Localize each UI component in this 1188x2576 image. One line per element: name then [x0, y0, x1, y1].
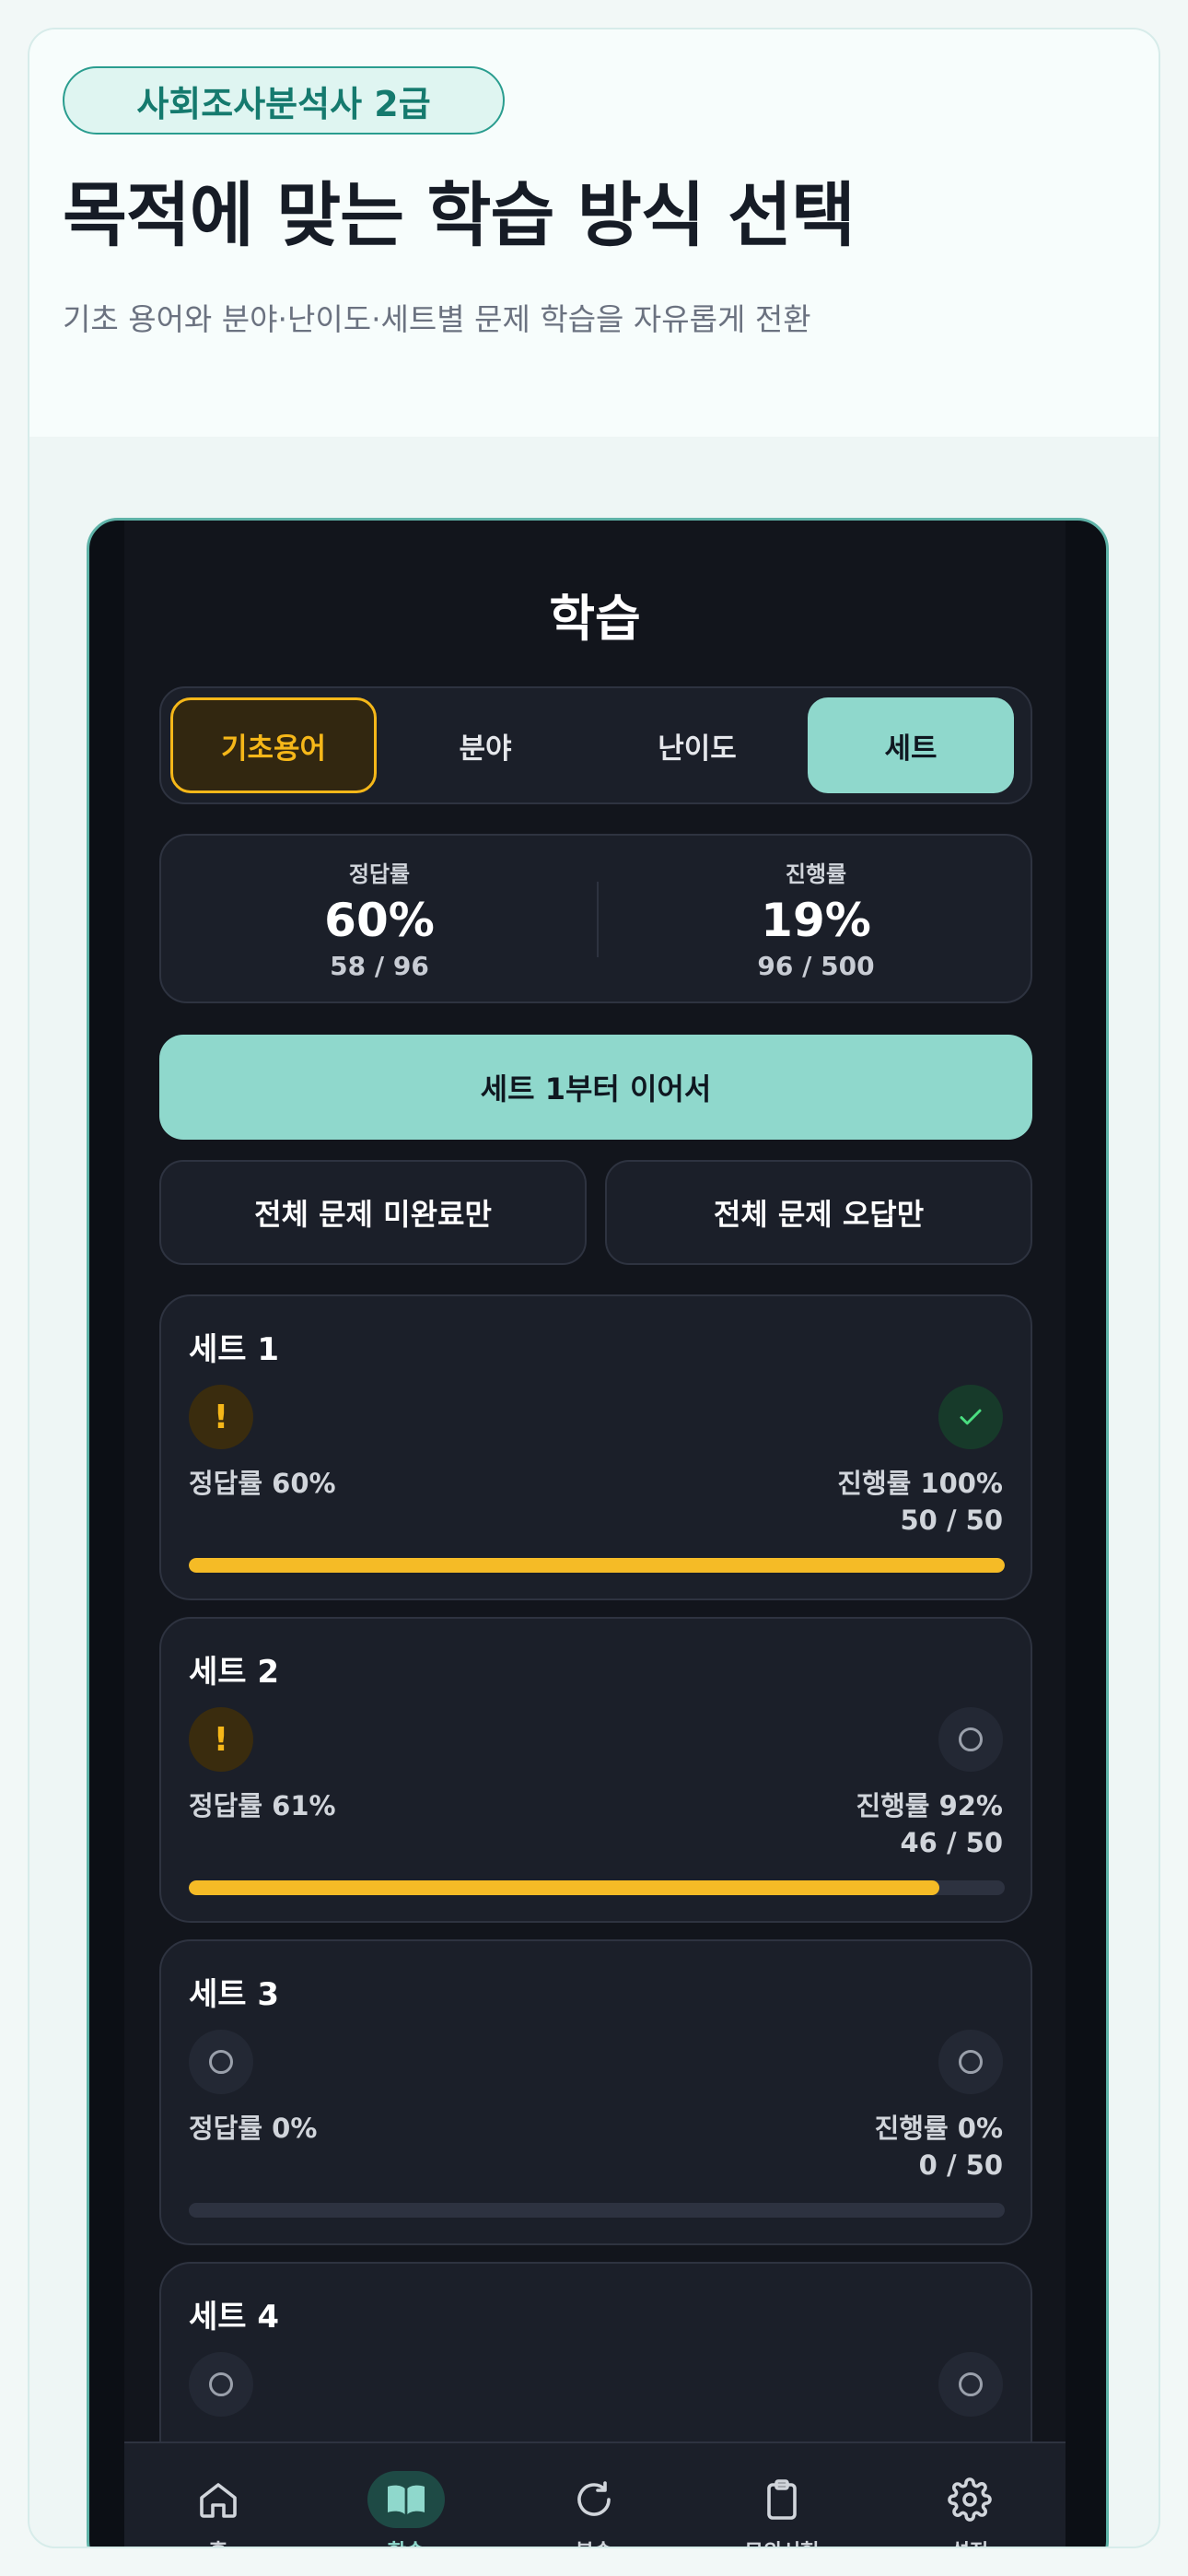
set-title: 세트 1: [189, 1331, 280, 1368]
progress-label: 진행률: [785, 861, 847, 887]
set-card[interactable]: 세트 2 ! 정답률 61% 진행률 92% 46 / 50: [159, 1617, 1032, 1923]
set-progress: 진행률 0%: [874, 2113, 1003, 2144]
accuracy-detail: 58 / 96: [330, 951, 429, 981]
screen-title: 학습: [549, 590, 641, 648]
accuracy-label: 정답률: [348, 861, 411, 887]
set-accuracy: 정답률 61%: [189, 1790, 336, 1821]
tab-label: 모의시험: [688, 2535, 876, 2547]
mode-segmented-control: 기초용어 분야 난이도 세트: [159, 686, 1032, 804]
refresh-icon: [555, 2471, 633, 2528]
progress-value: 19%: [761, 894, 871, 947]
set-count: 50 / 50: [900, 1505, 1004, 1536]
warning-icon: !: [189, 1385, 253, 1449]
bottom-tab-bar: 홈 학습 복습 모의시: [124, 2441, 1066, 2547]
tab-study[interactable]: 학습: [312, 2471, 500, 2547]
tab-home[interactable]: 홈: [124, 2471, 312, 2547]
set-title: 세트 4: [189, 2299, 280, 2336]
tab-label: 학습: [312, 2535, 500, 2547]
set-progress-fill: [189, 1880, 940, 1895]
home-icon: [180, 2471, 257, 2528]
check-icon: [938, 1385, 1003, 1449]
tab-set[interactable]: 세트: [808, 697, 1014, 793]
progress-detail: 96 / 500: [757, 951, 875, 981]
set-progress-bar: [189, 1558, 1005, 1573]
empty-circle-icon: [938, 2352, 1003, 2417]
set-accuracy: 정답률 60%: [189, 1468, 336, 1499]
book-icon: [367, 2471, 445, 2528]
set-progress: 진행률 100%: [837, 1468, 1003, 1499]
progress-stat: 진행률 19% 96 / 500: [598, 856, 1034, 981]
promo-card: 사회조사분석사 2급 목적에 맞는 학습 방식 선택 기초 용어와 분야·난이도…: [28, 28, 1160, 2548]
tab-field[interactable]: 분야: [382, 697, 588, 793]
set-title: 세트 3: [189, 1976, 280, 2013]
tab-mock-exam[interactable]: 모의시험: [688, 2471, 876, 2547]
clipboard-icon: [743, 2471, 821, 2528]
continue-button[interactable]: 세트 1부터 이어서: [159, 1035, 1032, 1140]
tab-label: 홈: [124, 2535, 312, 2547]
set-title: 세트 2: [189, 1654, 280, 1691]
tab-label: 복습: [500, 2535, 688, 2547]
hero-section: 사회조사분석사 2급 목적에 맞는 학습 방식 선택 기초 용어와 분야·난이도…: [29, 29, 1159, 437]
incomplete-only-button[interactable]: 전체 문제 미완료만: [159, 1160, 587, 1265]
set-count: 46 / 50: [900, 1827, 1004, 1858]
set-progress-bar: [189, 1880, 1005, 1895]
empty-circle-icon: [189, 2352, 253, 2417]
phone-frame: 학습 기초용어 분야 난이도 세트 정답률 60% 58 / 96 진행률 19…: [87, 518, 1109, 2547]
tab-label: 설정: [876, 2535, 1064, 2547]
exam-badge: 사회조사분석사 2급: [63, 66, 505, 135]
set-progress-fill: [189, 1558, 1005, 1573]
set-progress: 진행률 92%: [856, 1790, 1003, 1821]
accuracy-stat: 정답률 60% 58 / 96: [161, 856, 598, 981]
empty-circle-icon: [189, 2030, 253, 2094]
warning-icon: !: [189, 1707, 253, 1772]
hero-title: 목적에 맞는 학습 방식 선택: [63, 174, 856, 256]
tab-review[interactable]: 복습: [500, 2471, 688, 2547]
set-progress-bar: [189, 2203, 1005, 2218]
wrong-only-button[interactable]: 전체 문제 오답만: [605, 1160, 1032, 1265]
empty-circle-icon: [938, 2030, 1003, 2094]
set-count: 0 / 50: [918, 2149, 1003, 2181]
tab-settings[interactable]: 설정: [876, 2471, 1064, 2547]
gear-icon: [931, 2471, 1008, 2528]
tab-difficulty[interactable]: 난이도: [594, 697, 800, 793]
accuracy-value: 60%: [324, 894, 435, 947]
set-accuracy: 정답률 0%: [189, 2113, 318, 2144]
app-screen: 학습 기초용어 분야 난이도 세트 정답률 60% 58 / 96 진행률 19…: [124, 521, 1066, 2547]
tab-basic-terms[interactable]: 기초용어: [170, 697, 377, 793]
hero-subtitle: 기초 용어와 분야·난이도·세트별 문제 학습을 자유롭게 전환: [63, 301, 811, 337]
stats-panel: 정답률 60% 58 / 96 진행률 19% 96 / 500: [159, 834, 1032, 1003]
empty-circle-icon: [938, 1707, 1003, 1772]
set-card[interactable]: 세트 1 ! 정답률 60% 진행률 100% 50 / 50: [159, 1294, 1032, 1600]
set-card[interactable]: 세트 3 정답률 0% 진행률 0% 0 / 50: [159, 1939, 1032, 2245]
